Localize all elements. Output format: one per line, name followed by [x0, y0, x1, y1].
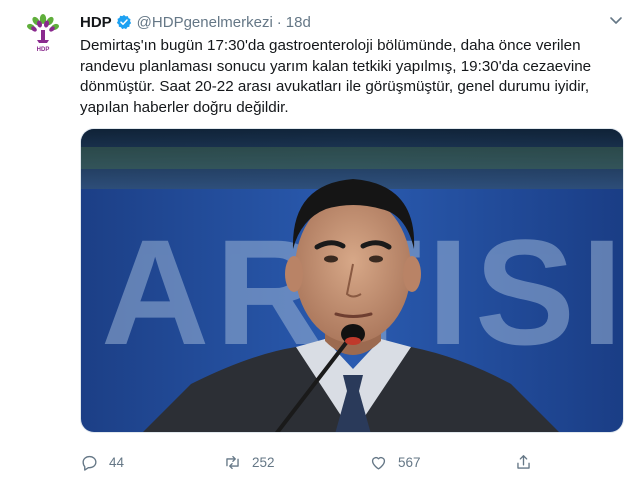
photo-image: ARTISI — [81, 129, 623, 432]
retweet-icon — [226, 455, 239, 469]
like-icon — [371, 456, 386, 470]
avatar[interactable]: HDP — [20, 10, 66, 56]
separator: · — [276, 13, 282, 31]
reply-icon — [82, 455, 97, 471]
like-count: 567 — [398, 454, 421, 470]
like-button[interactable]: 567 — [369, 452, 421, 472]
timestamp[interactable]: 18d — [286, 14, 311, 31]
hdp-logo-icon: HDP — [20, 10, 66, 56]
retweet-count: 252 — [252, 454, 275, 470]
author-handle[interactable]: @HDPgenelmerkezi — [137, 14, 273, 31]
reply-count: 44 — [109, 454, 125, 470]
author-name[interactable]: HDP — [80, 14, 112, 31]
tweet-actions: 44 252 567 — [80, 452, 600, 472]
share-button[interactable] — [514, 452, 533, 472]
tweet-header: HDP @HDPgenelmerkezi · 18d — [80, 12, 628, 32]
share-icon — [517, 454, 530, 469]
tweet-photo[interactable]: ARTISI — [80, 128, 624, 433]
tweet-text: Demirtaş'ın bugün 17:30'da gastroenterol… — [80, 37, 592, 116]
avatar-caption: HDP — [37, 47, 50, 53]
chevron-down-icon[interactable] — [608, 12, 624, 28]
reply-button[interactable]: 44 — [80, 452, 124, 472]
verified-badge-icon — [116, 15, 131, 30]
retweet-button[interactable]: 252 — [223, 452, 275, 472]
